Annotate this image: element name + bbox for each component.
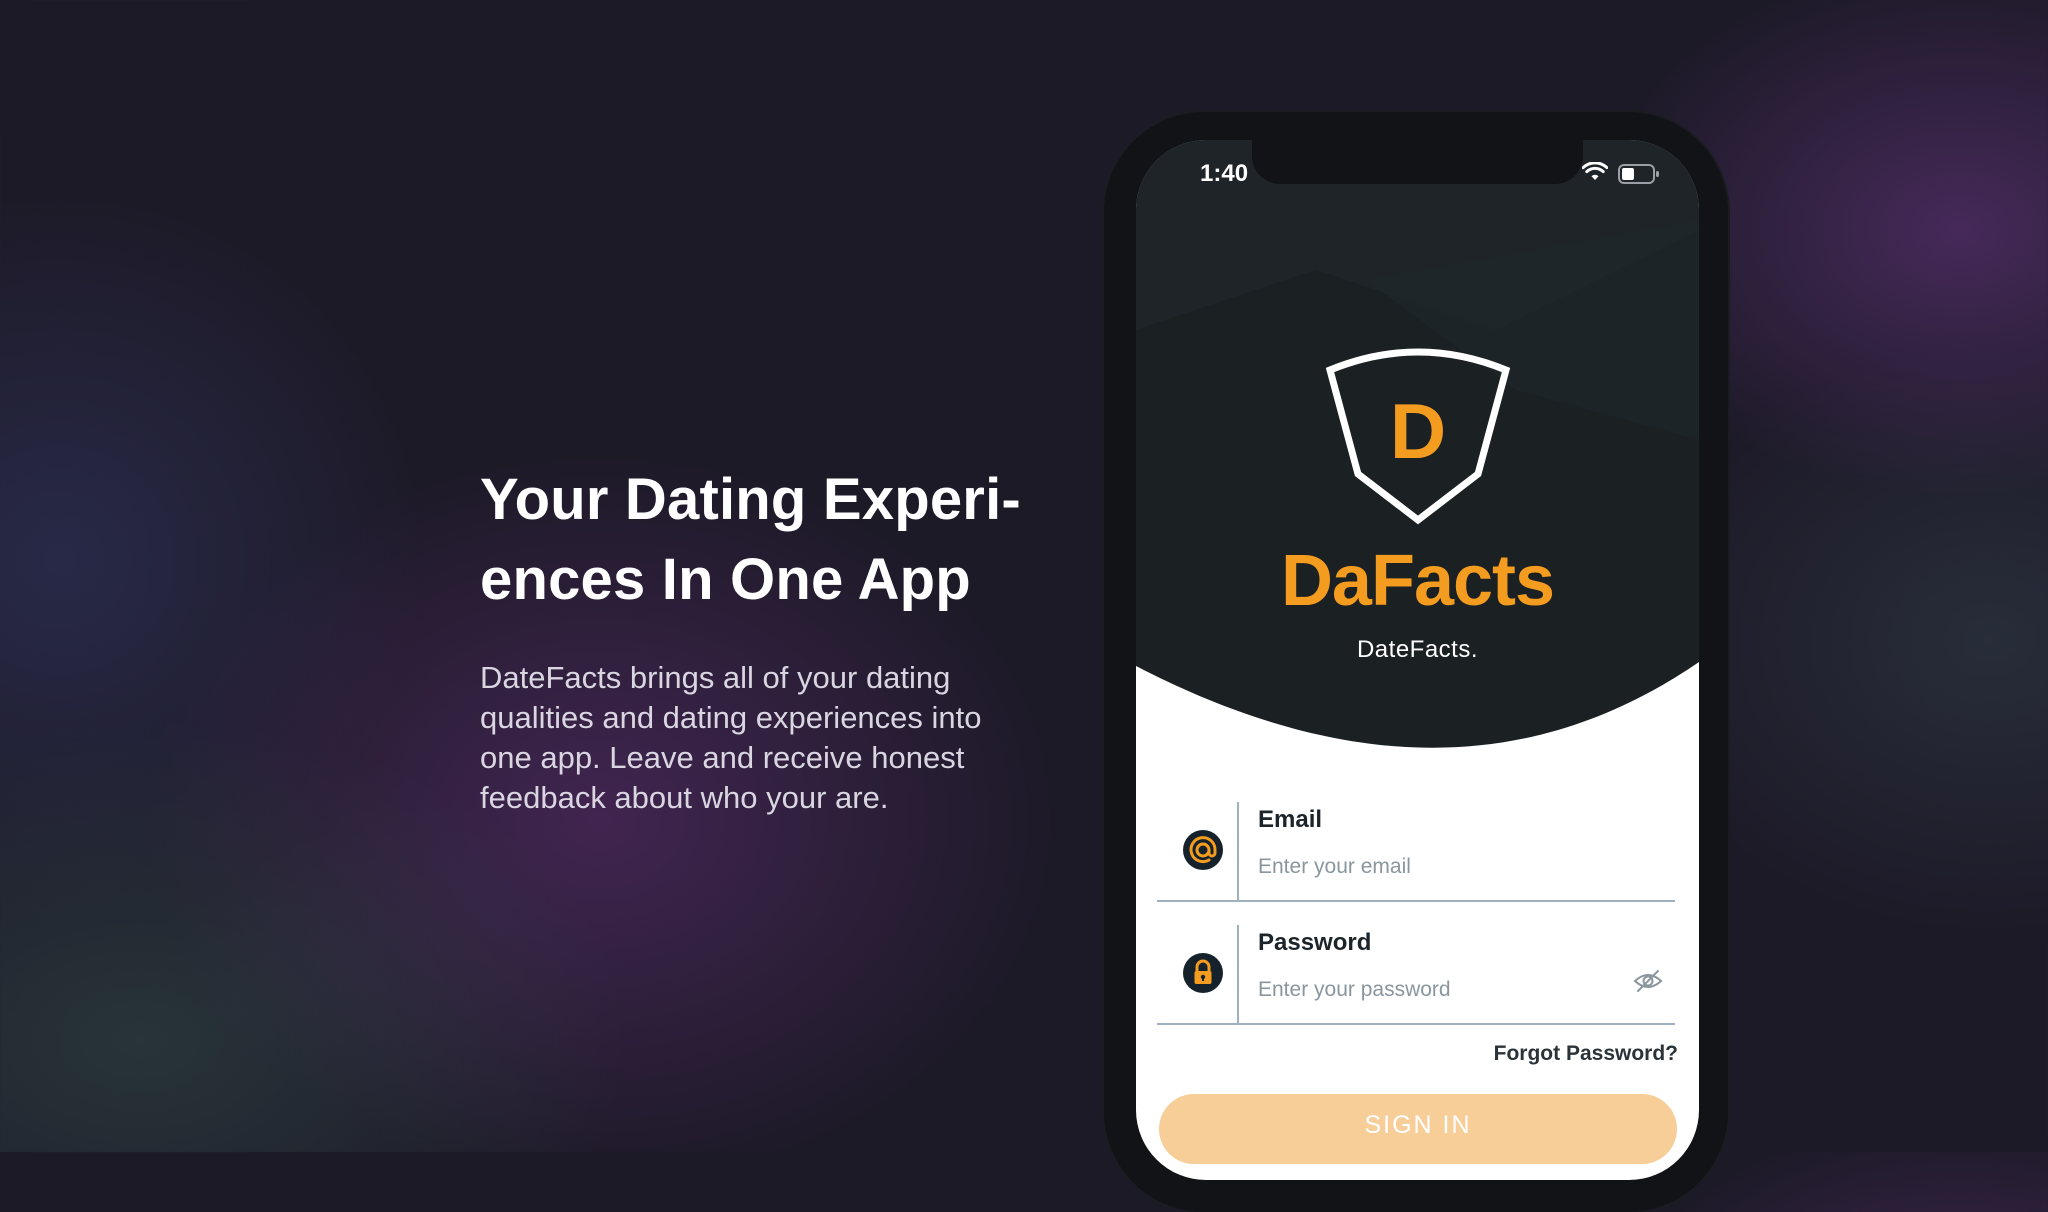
password-divider [1237, 925, 1239, 1023]
brand-name: DaFacts [1280, 541, 1555, 621]
promo-description: DateFacts brings all of your dating qual… [480, 660, 982, 815]
sign-in-button[interactable]: SIGN IN [1159, 1094, 1677, 1164]
headline-line-1: Your Dating Experi- [480, 467, 1021, 532]
lock-icon [1183, 953, 1223, 993]
logo-letter: D [1390, 387, 1446, 475]
brand-tagline: DateFacts. [1356, 636, 1479, 663]
eye-off-icon[interactable] [1633, 969, 1663, 993]
wifi-icon [1582, 162, 1608, 180]
promo-section: Your Dating Experi- ences In One App Dat… [480, 460, 1040, 818]
promo-headline: Your Dating Experi- ences In One App [480, 460, 1040, 620]
password-field-group: Password [1157, 925, 1675, 1025]
email-label: Email [1258, 806, 1323, 833]
login-hero: 1:40 D DaFacts DateFacts. [1136, 140, 1699, 765]
phone-notch [1252, 140, 1583, 184]
email-input[interactable] [1258, 850, 1618, 884]
at-icon [1183, 830, 1223, 870]
password-input[interactable] [1258, 973, 1618, 1007]
phone-screen: 1:40 D DaFacts DateFacts. Email Enter yo… [1136, 140, 1699, 1180]
forgot-password-link[interactable]: Forgot Password? [1494, 1042, 1678, 1066]
battery-icon [1618, 164, 1659, 184]
status-time: 1:40 [1200, 160, 1249, 187]
email-field-group: Email [1157, 802, 1675, 902]
shield-logo-icon: D [1325, 348, 1511, 525]
password-label: Password [1258, 929, 1372, 956]
email-divider [1237, 802, 1239, 900]
headline-line-2: ences In One App [480, 547, 971, 612]
